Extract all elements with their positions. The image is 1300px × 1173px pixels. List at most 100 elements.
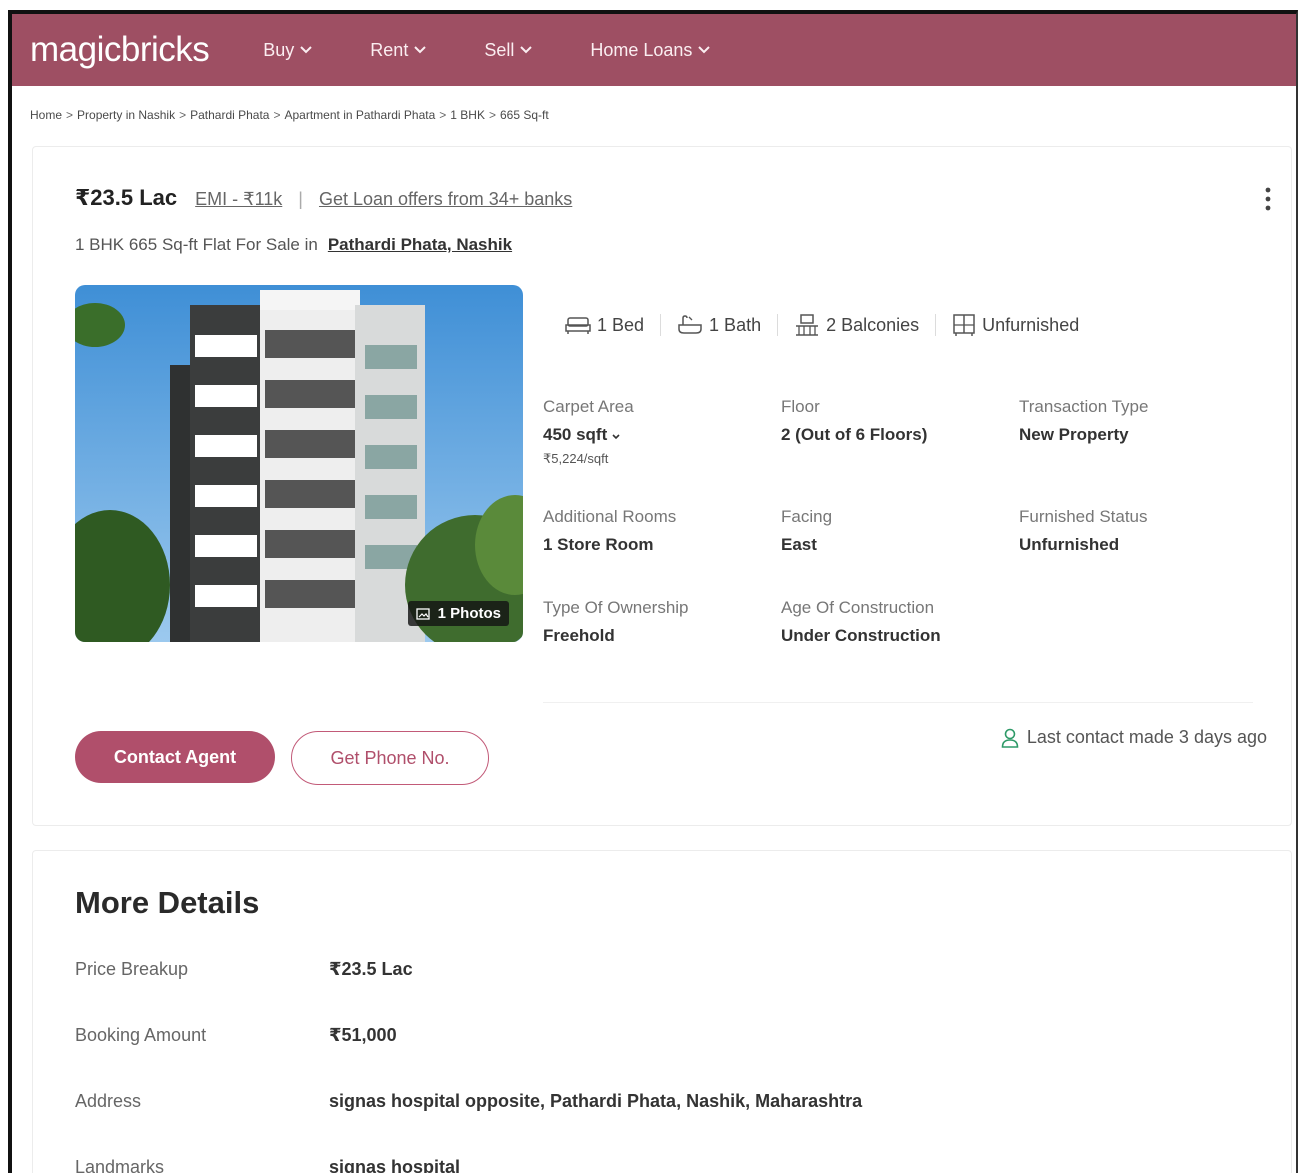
breadcrumb-sqft: 665 Sq-ft [499, 108, 549, 122]
carpet-area-text: 450 sqft [543, 425, 608, 444]
spec-age-value: Under Construction [781, 626, 941, 645]
nav-rent-label: Rent [370, 39, 409, 60]
nav-home-loans-label: Home Loans [590, 39, 693, 60]
bath-icon [678, 315, 702, 334]
amenity-bed-label: 1 Bed [597, 314, 645, 335]
top-navigation-bar: magicbricks Buy Rent Sell Home Loans [12, 14, 1296, 86]
amenity-divider [777, 314, 779, 336]
amenity-bed: 1 Bed [565, 315, 644, 336]
chevron-down-icon [520, 46, 533, 54]
price-row: ₹23.5 Lac EMI - ₹11k | Get Loan offers f… [75, 185, 572, 211]
magicbricks-logo[interactable]: magicbricks [30, 30, 210, 70]
detail-label: Address [75, 1091, 142, 1111]
spec-facing-value: East [781, 535, 817, 554]
spec-floor-label: Floor [781, 397, 820, 416]
detail-value: ₹51,000 [329, 1025, 397, 1045]
detail-row-landmarks: Landmarks signas hospital [75, 1157, 460, 1173]
detail-label: Price Breakup [75, 959, 189, 979]
spec-ownership-value: Freehold [543, 626, 615, 645]
page-frame: magicbricks Buy Rent Sell Home Loans Hom… [8, 10, 1298, 1173]
spec-furnished-label: Furnished Status [1019, 507, 1148, 526]
nav-buy-label: Buy [263, 39, 295, 60]
spec-age-label: Age Of Construction [781, 598, 935, 617]
nav-home-loans[interactable]: Home Loans [590, 39, 711, 61]
spec-rooms-label: Additional Rooms [543, 507, 677, 526]
amenity-divider [935, 314, 937, 336]
nav-sell[interactable]: Sell [484, 40, 533, 61]
breadcrumb-separator: > [66, 108, 74, 122]
last-contact-info: Last contact made 3 days ago [1001, 727, 1267, 748]
breadcrumb-pathardi-phata[interactable]: Pathardi Phata [190, 108, 269, 122]
photo-count-label: 1 Photos [437, 605, 501, 622]
amenity-balconies: 2 Balconies [794, 313, 919, 337]
detail-label: Booking Amount [75, 1025, 207, 1045]
balcony-icon [796, 314, 819, 336]
spec-facing: Facing East [781, 507, 1011, 555]
amenity-furnished: Unfurnished [952, 313, 1079, 337]
emi-link[interactable]: EMI - ₹11k [195, 189, 282, 210]
spec-facing-label: Facing [781, 507, 833, 526]
property-price: ₹23.5 Lac [75, 185, 178, 210]
spec-floor: Floor 2 (Out of 6 Floors) [781, 397, 1011, 445]
chevron-down-icon [612, 434, 620, 440]
chevron-down-icon [698, 46, 711, 54]
listing-subtitle: 1 BHK 665 Sq-ft Flat For Sale in Pathard… [75, 235, 512, 255]
photo-icon [416, 607, 430, 620]
photo-count-badge[interactable]: 1 Photos [407, 601, 509, 626]
bed-icon [565, 317, 591, 334]
spec-transaction-type: Transaction Type New Property [1019, 397, 1249, 445]
spec-transaction-value: New Property [1019, 425, 1129, 444]
spec-carpet-area-label: Carpet Area [543, 397, 634, 416]
contact-agent-button[interactable]: Contact Agent [75, 731, 275, 783]
detail-row-booking-amount: Booking Amount ₹51,000 [75, 1025, 397, 1046]
amenity-furnished-label: Unfurnished [982, 314, 1080, 335]
detail-row-price-breakup: Price Breakup ₹23.5 Lac [75, 959, 413, 980]
detail-value: signas hospital [329, 1157, 461, 1173]
spec-carpet-area-value[interactable]: 450 sqft [543, 425, 773, 445]
breadcrumb-separator: > [488, 108, 496, 122]
furniture-icon [953, 314, 975, 336]
breadcrumb-separator: > [439, 108, 447, 122]
amenity-balconies-label: 2 Balconies [826, 314, 920, 335]
price-divider: | [298, 189, 303, 209]
spec-floor-value: 2 (Out of 6 Floors) [781, 425, 928, 444]
detail-value: ₹23.5 Lac [329, 959, 413, 979]
amenity-divider [660, 314, 662, 336]
get-phone-button[interactable]: Get Phone No. [291, 731, 489, 785]
spec-carpet-area: Carpet Area 450 sqft ₹5,224/sqft [543, 397, 773, 467]
property-photo[interactable]: 1 Photos [75, 285, 523, 642]
nav-buy[interactable]: Buy [263, 39, 313, 61]
more-details-section: More Details Price Breakup ₹23.5 Lac Boo… [32, 850, 1292, 1173]
last-contact-text: Last contact made 3 days ago [1026, 727, 1267, 747]
breadcrumb-apartment[interactable]: Apartment in Pathardi Phata [285, 108, 436, 122]
amenity-bath: 1 Bath [677, 314, 761, 336]
detail-value: signas hospital opposite, Pathardi Phata… [329, 1091, 863, 1111]
more-details-title: More Details [75, 885, 260, 920]
breadcrumb: Home > Property in Nashik > Pathardi Pha… [12, 86, 1296, 144]
spec-additional-rooms: Additional Rooms 1 Store Room [543, 507, 773, 555]
spec-transaction-label: Transaction Type [1019, 397, 1149, 416]
spec-ownership-label: Type Of Ownership [543, 598, 689, 617]
card-divider [543, 702, 1253, 703]
amenity-bath-label: 1 Bath [709, 314, 762, 335]
spec-furnished-value: Unfurnished [1019, 535, 1120, 554]
loan-offers-link[interactable]: Get Loan offers from 34+ banks [319, 189, 572, 210]
building-photo-illustration [75, 285, 523, 642]
spec-rooms-value: 1 Store Room [543, 535, 654, 554]
location-link[interactable]: Pathardi Phata, Nashik [328, 235, 512, 255]
listing-subtitle-text: 1 BHK 665 Sq-ft Flat For Sale in [75, 235, 318, 254]
nav-rent[interactable]: Rent [370, 39, 427, 61]
breadcrumb-separator: > [179, 108, 187, 122]
spec-furnished-status: Furnished Status Unfurnished [1019, 507, 1249, 555]
breadcrumb-property-in-nashik[interactable]: Property in Nashik [77, 108, 175, 122]
breadcrumb-home[interactable]: Home [30, 108, 62, 122]
property-listing-card: ₹23.5 Lac EMI - ₹11k | Get Loan offers f… [32, 146, 1292, 826]
kebab-menu-icon[interactable] [1265, 187, 1271, 211]
spec-age-of-construction: Age Of Construction Under Construction [781, 598, 1011, 646]
breadcrumb-separator: > [273, 108, 281, 122]
user-icon [1001, 728, 1019, 748]
detail-label: Landmarks [75, 1157, 165, 1173]
amenities-row: 1 Bed 1 Bath 2 Balconies Unfurnished [565, 313, 1079, 337]
breadcrumb-bhk[interactable]: 1 BHK [450, 108, 485, 122]
chevron-down-icon [414, 46, 427, 54]
